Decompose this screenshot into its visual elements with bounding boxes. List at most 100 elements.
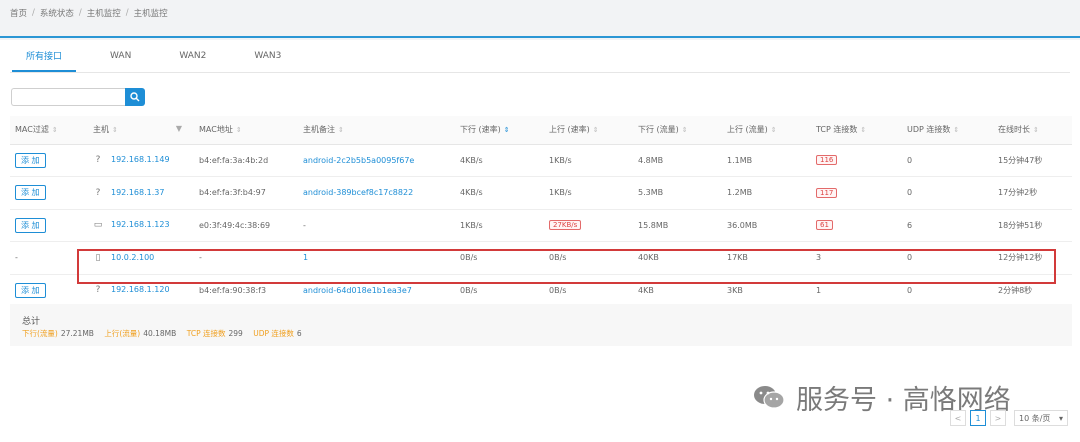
column-header[interactable]: MAC地址 ⇕ <box>194 116 298 145</box>
sort-icon: ⇕ <box>681 126 688 135</box>
breadcrumb-home[interactable]: 首页 <box>10 7 27 19</box>
add-mac-filter-button[interactable]: 添 加 <box>15 185 46 201</box>
column-header[interactable]: 主机 ⇕ ▼ <box>88 116 194 145</box>
summary-title: 总计 <box>22 317 41 327</box>
online-duration: 2分钟8秒 <box>998 285 1033 295</box>
host-ip-link[interactable]: 10.0.2.100 <box>111 253 154 262</box>
tab-wan3[interactable]: WAN3 <box>240 40 295 72</box>
tcp-count: 3 <box>816 253 822 263</box>
mac-address: - <box>199 253 202 263</box>
mac-address: b4:ef:fa:3a:4b:2d <box>199 155 269 165</box>
tcp-count: 1 <box>816 285 822 295</box>
question-icon: ? <box>95 155 101 166</box>
phone-icon: ▯ <box>95 252 101 263</box>
search-button[interactable] <box>125 88 145 106</box>
table-row: 添 加? 192.168.1.37 b4:ef:fa:3f:b4:97 android… <box>10 176 1072 210</box>
tab-divider <box>10 72 1070 73</box>
page-size-select[interactable]: 10 条/页 ▾ <box>1014 410 1068 426</box>
wechat-icon <box>754 386 785 409</box>
page-1-button[interactable]: 1 <box>970 410 986 426</box>
breadcrumb-separator: / <box>78 8 82 18</box>
summary-label: 上行(流量) <box>104 329 141 338</box>
column-header[interactable]: 上行 (速率) ⇕ <box>544 116 633 145</box>
online-duration: 15分钟47秒 <box>998 155 1043 165</box>
host-note-link[interactable]: 1 <box>303 253 308 262</box>
question-icon: ? <box>95 187 101 198</box>
chevron-down-icon: ▾ <box>1058 413 1063 423</box>
next-page-button[interactable]: > <box>990 410 1006 426</box>
host-ip-link[interactable]: 192.168.1.123 <box>111 220 170 229</box>
column-header[interactable]: 上行 (流量) ⇕ <box>722 116 811 145</box>
online-duration: 12分钟12秒 <box>998 253 1043 263</box>
sort-icon: ⇕ <box>953 126 960 135</box>
summary-value: 27.21MB <box>60 329 94 338</box>
question-icon: ? <box>95 285 101 296</box>
tcp-count: 61 <box>816 220 833 231</box>
monitor-icon: ▭ <box>93 220 103 231</box>
page: 首页 / 系统状态 / 主机监控 / 主机监控 所有接口 WAN WAN2 WA… <box>0 0 1080 442</box>
breadcrumb-host-monitor[interactable]: 主机监控 <box>87 7 121 19</box>
up-traffic: 17KB <box>727 253 748 263</box>
sort-icon: ⇕ <box>51 126 58 135</box>
column-header[interactable]: 下行 (速率) ⇕ <box>455 116 544 145</box>
up-rate: 1KB/s <box>549 155 572 165</box>
down-traffic: 4.8MB <box>638 155 664 165</box>
sort-active-icon: ⇕ <box>503 126 510 135</box>
search-input[interactable] <box>11 88 125 106</box>
udp-count: 6 <box>907 220 913 230</box>
tab-all-interfaces[interactable]: 所有接口 <box>12 40 77 72</box>
search-bar <box>11 88 145 106</box>
add-mac-filter-button[interactable]: 添 加 <box>15 217 46 233</box>
down-rate: 0B/s <box>460 253 478 263</box>
column-header[interactable]: 在线时长 ⇕ <box>993 116 1072 145</box>
add-mac-filter-button[interactable]: 添 加 <box>15 282 46 298</box>
mac-address: b4:ef:fa:3f:b4:97 <box>199 188 266 198</box>
up-traffic: 1.1MB <box>727 155 753 165</box>
prev-page-button[interactable]: < <box>950 410 966 426</box>
summary-label: 下行(流量) <box>22 329 58 338</box>
sort-icon: ⇕ <box>860 126 867 135</box>
summary-label: TCP 连接数 <box>186 329 226 338</box>
breadcrumb-separator: / <box>125 8 129 18</box>
online-duration: 17分钟2秒 <box>998 188 1038 198</box>
udp-count: 0 <box>907 155 913 165</box>
host-ip-link[interactable]: 192.168.1.37 <box>111 188 164 197</box>
mac-filter-empty: - <box>15 253 18 263</box>
breadcrumb-system-status[interactable]: 系统状态 <box>40 7 74 19</box>
host-ip-link[interactable]: 192.168.1.120 <box>111 285 170 294</box>
sort-icon: ⇕ <box>592 126 599 135</box>
up-rate: 0B/s <box>549 253 567 263</box>
down-traffic: 15.8MB <box>638 220 669 230</box>
add-mac-filter-button[interactable]: 添 加 <box>15 152 46 168</box>
up-traffic: 36.0MB <box>727 220 758 230</box>
summary-value: 299 <box>228 329 243 338</box>
host-note-link[interactable]: android-2c2b5b5a0095f67e <box>303 156 414 165</box>
column-header[interactable]: TCP 连接数 ⇕ <box>811 116 902 145</box>
column-header[interactable]: MAC过滤 ⇕ <box>10 116 88 145</box>
host-note-link[interactable]: android-389bcef8c17c8822 <box>303 188 413 197</box>
column-header[interactable]: UDP 连接数 ⇕ <box>902 116 993 145</box>
udp-count: 0 <box>907 188 913 198</box>
summary-line: 下行(流量) 27.21MB 上行(流量) 40.18MB TCP 连接数 299 U… <box>22 328 310 339</box>
down-traffic: 5.3MB <box>638 188 664 198</box>
mac-address: b4:ef:fa:90:38:f3 <box>199 285 267 295</box>
table-row: 添 加? 192.168.1.120 b4:ef:fa:90:38:f3 androi… <box>10 274 1072 307</box>
down-traffic: 40KB <box>638 253 659 263</box>
filter-icon[interactable]: ▼ <box>176 124 182 133</box>
tab-wan2[interactable]: WAN2 <box>165 40 220 72</box>
host-ip-link[interactable]: 192.168.1.149 <box>111 155 170 164</box>
down-rate: 4KB/s <box>460 188 483 198</box>
table-header-row: MAC过滤 ⇕ 主机 ⇕ ▼ MAC地址 ⇕ 主机备注 ⇕ 下行 (速率) ⇕ 上行 (速率… <box>10 116 1072 145</box>
header-band <box>0 22 1080 38</box>
column-header[interactable]: 主机备注 ⇕ <box>298 116 455 145</box>
sort-icon: ⇕ <box>112 126 118 135</box>
udp-count: 0 <box>907 253 913 263</box>
tab-wan[interactable]: WAN <box>96 40 145 72</box>
summary-label: UDP 连接数 <box>253 329 294 338</box>
sort-icon: ⇕ <box>338 126 344 135</box>
interface-tabs: 所有接口 WAN WAN2 WAN3 <box>12 40 315 72</box>
host-note: - <box>303 220 306 230</box>
sort-icon: ⇕ <box>235 126 242 135</box>
host-note-link[interactable]: android-64d018e1b1ea3e7 <box>303 286 412 295</box>
column-header[interactable]: 下行 (流量) ⇕ <box>633 116 722 145</box>
